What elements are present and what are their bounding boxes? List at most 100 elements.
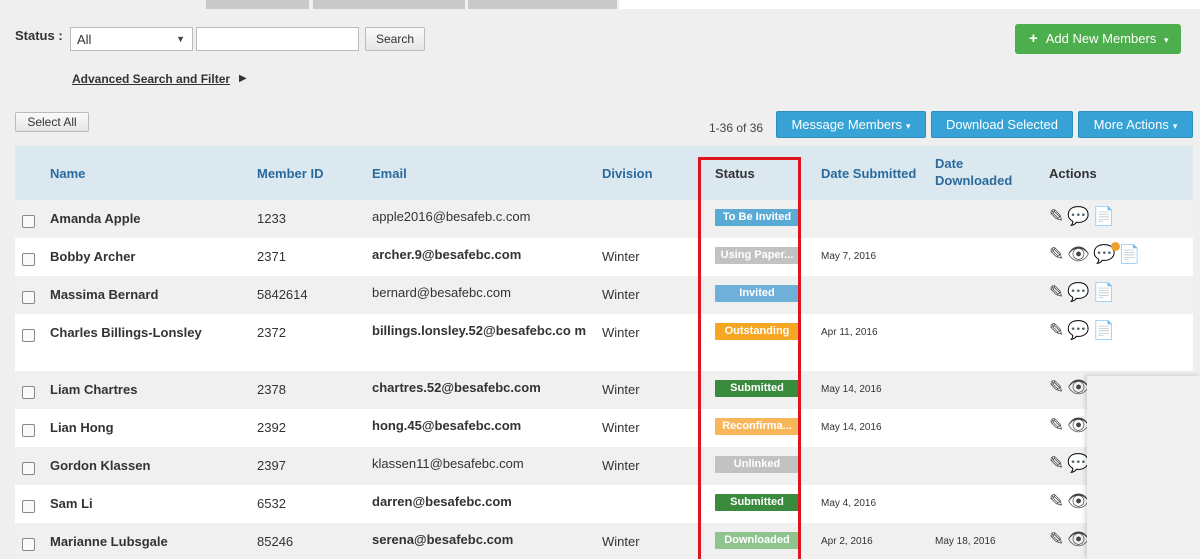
member-name[interactable]: Amanda Apple [50, 200, 257, 226]
table-row[interactable]: Charles Billings-Lonsley 2372 billings.lon… [15, 314, 1193, 371]
date-submitted: Apr 2, 2016 [821, 536, 873, 547]
status-filter-label: Status : [15, 28, 63, 43]
document-add-icon[interactable]: 📄 [1118, 244, 1141, 265]
header-date-downloaded[interactable]: Date Downloaded [935, 146, 1049, 200]
status-filter-select[interactable]: All ▼ [70, 27, 193, 51]
table-row[interactable]: Bobby Archer 2371 archer.9@besafebc.com Win… [15, 238, 1193, 276]
member-name[interactable]: Sam Li [50, 485, 257, 511]
member-name[interactable]: Bobby Archer [50, 238, 257, 264]
advanced-search-link[interactable]: Advanced Search and Filter [72, 72, 230, 86]
header-name[interactable]: Name [50, 146, 257, 200]
date-downloaded [935, 200, 1049, 213]
edit-icon[interactable]: ✎ [1049, 377, 1065, 398]
row-actions: ✎ 💬 📄 [1049, 276, 1193, 303]
edit-icon[interactable]: ✎ [1049, 206, 1065, 227]
member-division: Winter [602, 382, 640, 397]
member-id: 2392 [257, 420, 286, 435]
header-status[interactable]: Status [707, 146, 821, 200]
member-name[interactable]: Massima Bernard [50, 276, 257, 302]
member-name[interactable]: Marianne Lubsgale [50, 523, 257, 549]
table-row[interactable]: Massima Bernard 5842614 bernard@besafebc.c… [15, 276, 1193, 314]
date-submitted: May 14, 2016 [821, 384, 882, 395]
tab-2[interactable] [313, 0, 465, 9]
add-new-members-button[interactable]: + Add New Members ▾ [1015, 24, 1181, 54]
member-email: billings.lonsley.52@besafebc.co m [372, 323, 587, 338]
search-button[interactable]: Search [365, 27, 425, 51]
edit-icon[interactable]: ✎ [1049, 244, 1065, 265]
tab-strip [0, 0, 1200, 9]
comment-add-icon[interactable]: 💬 [1067, 206, 1090, 227]
document-add-icon[interactable]: 📄 [1093, 206, 1116, 227]
view-icon[interactable]: 👁 [1067, 244, 1091, 265]
date-downloaded [935, 276, 1049, 289]
table-row[interactable]: Lian Hong 2392 hong.45@besafebc.com Winter R… [15, 409, 1193, 447]
row-actions: ✎ 👁 💬 📄 [1049, 238, 1193, 265]
table-row[interactable]: Marianne Lubsgale 85246 serena@besafebc.co… [15, 523, 1193, 559]
comment-add-icon[interactable]: 💬 [1067, 282, 1090, 303]
comment-notification-icon[interactable]: 💬 [1093, 242, 1121, 265]
row-actions: ✎ 💬 📄 [1049, 314, 1193, 341]
edit-icon[interactable]: ✎ [1049, 491, 1065, 512]
status-badge: Unlinked [715, 456, 799, 473]
message-members-button[interactable]: Message Members ▾ [776, 111, 926, 138]
expand-arrow-icon[interactable]: ▶ [239, 73, 247, 84]
plus-icon: + [1029, 30, 1038, 47]
table-row[interactable]: Liam Chartres 2378 chartres.52@besafebc.co… [15, 371, 1193, 409]
edit-icon[interactable]: ✎ [1049, 453, 1065, 474]
status-badge: Using Paper... [715, 247, 799, 264]
status-badge: Downloaded [715, 532, 799, 549]
member-division: Winter [602, 534, 640, 549]
header-member-id[interactable]: Member ID [257, 146, 372, 200]
status-badge: Reconfirma... [715, 418, 799, 435]
member-email: serena@besafebc.com [372, 532, 514, 547]
member-name[interactable]: Lian Hong [50, 409, 257, 435]
more-actions-button[interactable]: More Actions ▾ [1078, 111, 1193, 138]
member-name[interactable]: Liam Chartres [50, 371, 257, 397]
result-count: 1-36 of 36 [709, 121, 764, 135]
table-row[interactable]: Gordon Klassen 2397 klassen11@besafebc.com… [15, 447, 1193, 485]
tab-3[interactable] [468, 0, 617, 9]
member-name[interactable]: Gordon Klassen [50, 447, 257, 473]
row-checkbox[interactable] [22, 386, 35, 399]
header-date-submitted[interactable]: Date Submitted [821, 146, 935, 200]
table-row[interactable]: Sam Li 6532 darren@besafebc.com Submitted Ma… [15, 485, 1193, 523]
select-all-button[interactable]: Select All [15, 112, 89, 132]
tab-active[interactable] [619, 0, 1200, 9]
member-division: Winter [602, 420, 640, 435]
date-downloaded [935, 409, 1049, 422]
header-division[interactable]: Division [602, 146, 707, 200]
row-checkbox[interactable] [22, 329, 35, 342]
edit-icon[interactable]: ✎ [1049, 320, 1065, 341]
date-submitted: May 14, 2016 [821, 422, 882, 433]
member-name[interactable]: Charles Billings-Lonsley [50, 314, 257, 340]
row-checkbox[interactable] [22, 215, 35, 228]
table-row[interactable]: Amanda Apple 1233 apple2016@besafeb.c.com T… [15, 200, 1193, 238]
edit-icon[interactable]: ✎ [1049, 282, 1065, 303]
comment-add-icon[interactable]: 💬 [1067, 320, 1090, 341]
edit-icon[interactable]: ✎ [1049, 529, 1065, 550]
status-badge: Submitted [715, 380, 799, 397]
member-division: Winter [602, 325, 640, 340]
member-id: 2371 [257, 249, 286, 264]
download-selected-button[interactable]: Download Selected [931, 111, 1073, 138]
member-email: bernard@besafebc.com [372, 285, 511, 300]
search-input[interactable] [196, 27, 359, 51]
member-email: hong.45@besafebc.com [372, 418, 522, 433]
row-checkbox[interactable] [22, 462, 35, 475]
tab-1[interactable] [206, 0, 309, 9]
date-downloaded [935, 447, 1049, 460]
row-checkbox[interactable] [22, 291, 35, 304]
document-add-icon[interactable]: 📄 [1093, 282, 1116, 303]
status-badge: Submitted [715, 494, 799, 511]
header-email[interactable]: Email [372, 146, 602, 200]
document-add-icon[interactable]: 📄 [1093, 320, 1116, 341]
date-submitted: May 7, 2016 [821, 251, 877, 262]
edit-icon[interactable]: ✎ [1049, 415, 1065, 436]
row-checkbox[interactable] [22, 538, 35, 551]
member-email: apple2016@besafeb.c.com [372, 209, 531, 224]
date-submitted [821, 276, 935, 289]
date-submitted: May 4, 2016 [821, 498, 877, 509]
row-checkbox[interactable] [22, 500, 35, 513]
row-checkbox[interactable] [22, 253, 35, 266]
row-checkbox[interactable] [22, 424, 35, 437]
